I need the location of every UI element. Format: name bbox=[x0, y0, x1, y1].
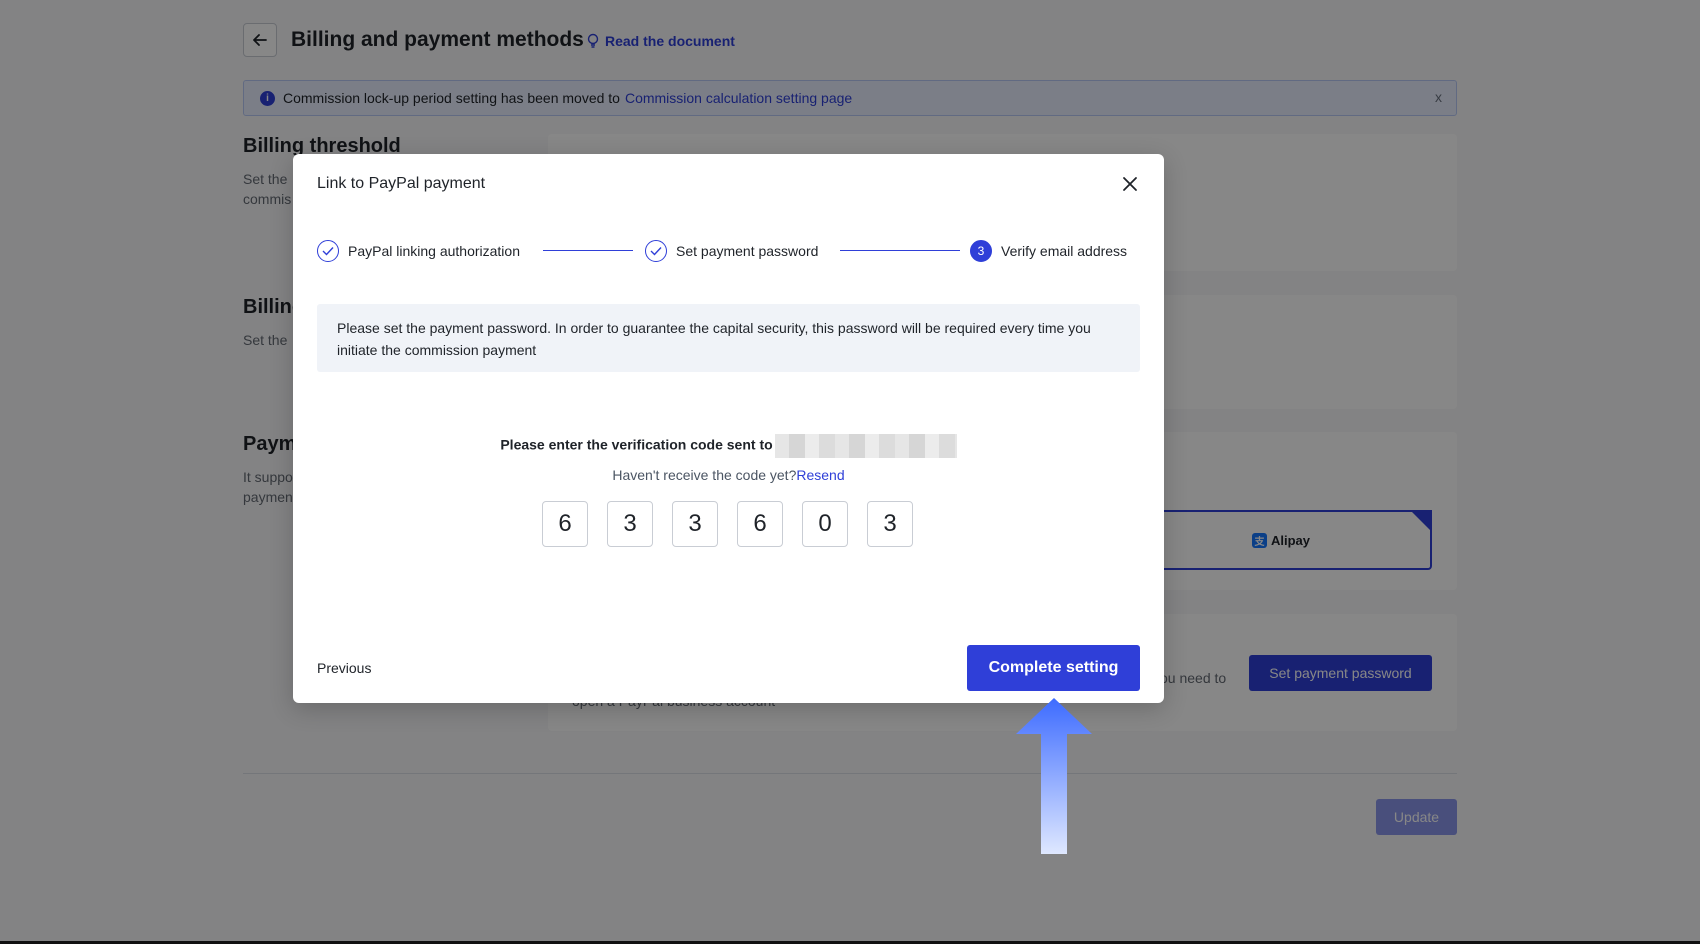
masked-email bbox=[774, 434, 957, 458]
step-label: Set payment password bbox=[676, 243, 819, 259]
modal-title: Link to PayPal payment bbox=[317, 175, 486, 192]
resend-prompt: Haven't receive the code yet?Resend bbox=[293, 467, 1164, 483]
code-digit-3[interactable]: 3 bbox=[672, 501, 718, 547]
previous-button[interactable]: Previous bbox=[317, 660, 371, 676]
step-set-password: Set payment password bbox=[645, 238, 818, 264]
close-icon[interactable] bbox=[1120, 174, 1140, 194]
step-verify-email: 3 Verify email address bbox=[970, 238, 1127, 264]
code-digit-6[interactable]: 3 bbox=[867, 501, 913, 547]
code-digit-1[interactable]: 6 bbox=[542, 501, 588, 547]
verification-prompt: Please enter the verification code sent … bbox=[293, 434, 1164, 458]
paypal-link-modal: Link to PayPal payment PayPal linking au… bbox=[293, 154, 1164, 703]
step-paypal-authorization: PayPal linking authorization bbox=[317, 238, 520, 264]
arrow-up-icon bbox=[1016, 698, 1092, 854]
verification-prompt-text: Please enter the verification code sent … bbox=[500, 436, 773, 453]
check-icon bbox=[317, 240, 339, 262]
code-digit-5[interactable]: 0 bbox=[802, 501, 848, 547]
password-tip: Please set the payment password. In orde… bbox=[317, 304, 1140, 372]
code-digit-4[interactable]: 6 bbox=[737, 501, 783, 547]
step-indicator: PayPal linking authorization Set payment… bbox=[317, 238, 1140, 266]
step-number-badge: 3 bbox=[970, 240, 992, 262]
step-connector bbox=[840, 250, 960, 251]
complete-setting-button[interactable]: Complete setting bbox=[967, 645, 1140, 691]
resend-link[interactable]: Resend bbox=[796, 467, 844, 483]
step-label: Verify email address bbox=[1001, 243, 1128, 259]
resend-prompt-text: Haven't receive the code yet? bbox=[612, 467, 797, 483]
code-digit-2[interactable]: 3 bbox=[607, 501, 653, 547]
step-label: PayPal linking authorization bbox=[348, 243, 520, 259]
check-icon bbox=[645, 240, 667, 262]
step-connector bbox=[543, 250, 633, 251]
